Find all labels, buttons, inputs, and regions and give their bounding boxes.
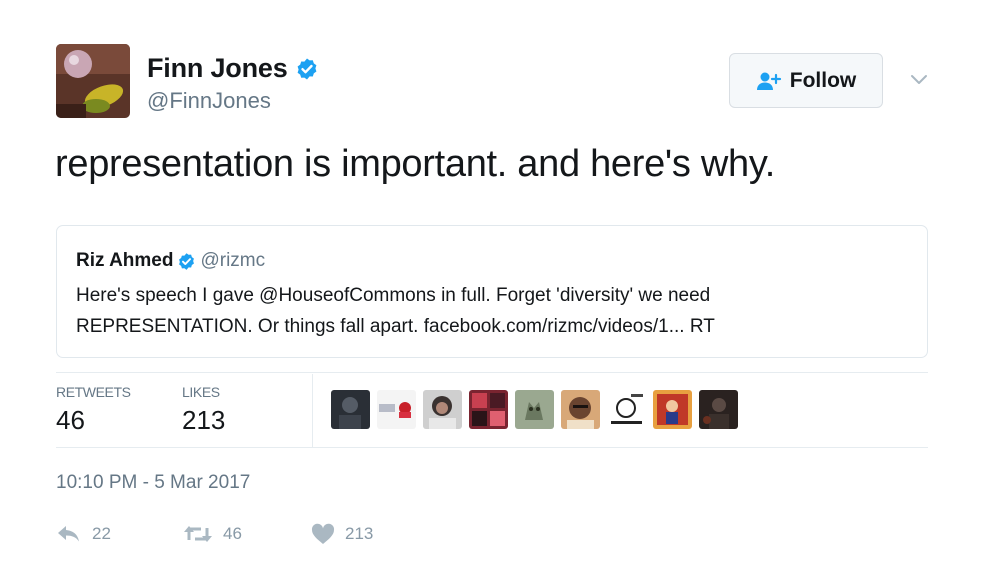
retweet-count: 46 bbox=[223, 524, 242, 543]
quoted-text-line: REPRESENTATION. Or things fall apart. fa… bbox=[76, 316, 715, 337]
follow-button[interactable]: Follow bbox=[729, 53, 883, 108]
author-handle[interactable]: @FinnJones bbox=[147, 88, 319, 114]
liker-avatar[interactable] bbox=[699, 390, 738, 429]
retweet-button[interactable]: 46 bbox=[183, 519, 242, 549]
retweets-stat-value: 46 bbox=[56, 405, 85, 435]
liker-avatar[interactable] bbox=[331, 390, 370, 429]
reply-count: 22 bbox=[92, 524, 111, 543]
avatar-image bbox=[56, 44, 130, 118]
liker-avatar[interactable] bbox=[377, 390, 416, 429]
like-button[interactable]: 213 bbox=[311, 519, 373, 549]
verified-badge-icon bbox=[295, 57, 319, 81]
reply-button[interactable]: 22 bbox=[56, 519, 111, 549]
follow-label: Follow bbox=[789, 68, 857, 92]
tweet-timestamp[interactable]: 10:10 PM - 5 Mar 2017 bbox=[56, 472, 250, 494]
liker-avatar[interactable] bbox=[469, 390, 508, 429]
likes-stat-label: LIKES bbox=[182, 384, 220, 400]
liker-avatar[interactable] bbox=[423, 390, 462, 429]
likes-stat-value: 213 bbox=[182, 405, 226, 435]
author-name[interactable]: Finn Jones bbox=[147, 53, 288, 84]
quoted-author-name: Riz Ahmed bbox=[76, 250, 174, 271]
retweets-stat-label: RETWEETS bbox=[56, 384, 131, 400]
liker-avatar[interactable] bbox=[653, 390, 692, 429]
author-block: Finn Jones @FinnJones bbox=[147, 53, 319, 114]
retweets-stat[interactable]: RETWEETS 46 bbox=[56, 384, 131, 436]
liker-avatar[interactable] bbox=[561, 390, 600, 429]
likes-stat[interactable]: LIKES 213 bbox=[182, 384, 225, 436]
chevron-down-icon[interactable] bbox=[906, 70, 932, 90]
reply-icon bbox=[56, 524, 82, 544]
vertical-divider bbox=[312, 374, 313, 447]
divider bbox=[56, 372, 928, 373]
like-count: 213 bbox=[345, 524, 374, 543]
liker-avatars bbox=[331, 390, 745, 429]
quoted-text-line: Here's speech I gave @HouseofCommons in … bbox=[76, 285, 711, 306]
author-avatar[interactable] bbox=[56, 44, 130, 118]
quoted-tweet[interactable]: Riz Ahmed @rizmc Here's speech I gave @H… bbox=[56, 225, 928, 358]
liker-avatar[interactable] bbox=[607, 390, 646, 429]
divider bbox=[56, 447, 928, 448]
tweet-text: representation is important. and here's … bbox=[55, 143, 775, 185]
heart-icon bbox=[311, 523, 335, 545]
verified-badge-icon bbox=[177, 252, 196, 271]
liker-avatar[interactable] bbox=[515, 390, 554, 429]
add-user-icon bbox=[756, 71, 782, 91]
quoted-author-handle: @rizmc bbox=[200, 250, 266, 271]
retweet-icon bbox=[183, 524, 213, 544]
